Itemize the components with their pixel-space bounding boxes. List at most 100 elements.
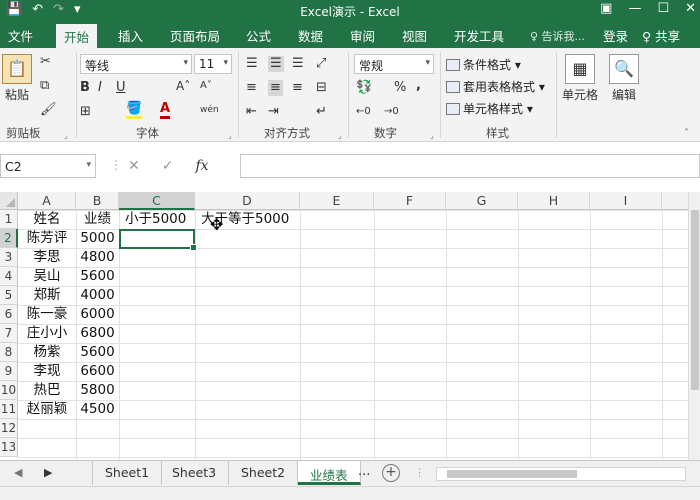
bold-button[interactable]: B bbox=[80, 80, 90, 96]
increase-decimal-icon[interactable]: ←0 bbox=[356, 104, 371, 120]
cell-b4[interactable]: 5600 bbox=[76, 267, 119, 286]
cell-b9[interactable]: 6600 bbox=[76, 362, 119, 381]
tab-data[interactable]: 数据 bbox=[298, 26, 323, 45]
cell-a2[interactable]: 陈芳评 bbox=[18, 229, 76, 248]
share-button[interactable]: ♀ 共享 bbox=[642, 26, 680, 45]
more-sheets-button[interactable]: ... bbox=[358, 464, 370, 479]
insert-function-icon[interactable]: fx bbox=[195, 158, 208, 174]
align-middle-icon[interactable]: ☰ bbox=[268, 56, 284, 72]
row-header-3[interactable]: 3 bbox=[0, 248, 18, 267]
cell-a4[interactable]: 吴山 bbox=[18, 267, 76, 286]
format-as-table-button[interactable]: 套用表格格式 ▾ bbox=[446, 78, 545, 95]
merge-center-icon[interactable]: ⊟ bbox=[316, 80, 327, 96]
cell-a5[interactable]: 郑斯 bbox=[18, 286, 76, 305]
font-launcher-icon[interactable]: ⌟ bbox=[228, 128, 232, 144]
column-header-i[interactable]: I bbox=[590, 192, 662, 210]
decrease-indent-icon[interactable]: ⇤ bbox=[246, 104, 257, 120]
clipboard-launcher-icon[interactable]: ⌟ bbox=[64, 128, 68, 144]
shrink-font-button[interactable]: A˅ bbox=[200, 78, 212, 94]
row-header-5[interactable]: 5 bbox=[0, 286, 18, 305]
login-link[interactable]: 登录 bbox=[603, 26, 628, 45]
column-header-c[interactable]: C bbox=[119, 192, 195, 210]
cell-b3[interactable]: 4800 bbox=[76, 248, 119, 267]
select-all-button[interactable] bbox=[0, 192, 18, 210]
tab-view[interactable]: 视图 bbox=[402, 26, 427, 45]
cells-button[interactable]: ▦ 单元格 bbox=[560, 54, 600, 103]
tab-review[interactable]: 审阅 bbox=[350, 26, 375, 45]
column-header-a[interactable]: A bbox=[18, 192, 76, 210]
increase-indent-icon[interactable]: ⇥ bbox=[268, 104, 279, 120]
tab-home[interactable]: 开始 bbox=[56, 24, 98, 48]
paste-button[interactable]: 📋 粘贴 bbox=[2, 54, 32, 103]
cancel-icon[interactable]: ✕ bbox=[128, 158, 140, 174]
prev-sheet-icon[interactable]: ◀ bbox=[14, 466, 22, 479]
align-left-icon[interactable]: ≡ bbox=[246, 80, 257, 96]
row-header-2[interactable]: 2 bbox=[0, 229, 18, 248]
tab-developer[interactable]: 开发工具 bbox=[454, 26, 504, 45]
font-size-select[interactable]: 11 ▾ bbox=[194, 54, 232, 74]
row-header-11[interactable]: 11 bbox=[0, 400, 18, 419]
column-header-h[interactable]: H bbox=[518, 192, 590, 210]
name-box[interactable]: C2 ▾ bbox=[0, 154, 96, 178]
align-center-icon[interactable]: ≡ bbox=[268, 80, 283, 96]
row-header-8[interactable]: 8 bbox=[0, 343, 18, 362]
cell-a1[interactable]: 姓名 bbox=[18, 210, 76, 229]
row-header-6[interactable]: 6 bbox=[0, 305, 18, 324]
currency-icon[interactable]: 💱 bbox=[356, 80, 372, 96]
column-header-f[interactable]: F bbox=[374, 192, 446, 210]
collapse-ribbon-icon[interactable]: ˄ bbox=[684, 126, 689, 142]
cell-a11[interactable]: 赵丽颖 bbox=[18, 400, 76, 419]
format-painter-icon[interactable]: 🖌 bbox=[40, 102, 57, 118]
decrease-decimal-icon[interactable]: →0 bbox=[384, 104, 399, 120]
cell-a8[interactable]: 杨紫 bbox=[18, 343, 76, 362]
copy-icon[interactable]: ⧉ bbox=[40, 78, 49, 94]
vertical-scroll-thumb[interactable] bbox=[691, 210, 699, 390]
tab-insert[interactable]: 插入 bbox=[118, 26, 143, 45]
wrap-text-icon[interactable]: ↵ bbox=[316, 104, 327, 120]
column-header-e[interactable]: E bbox=[300, 192, 374, 210]
cell-b6[interactable]: 6000 bbox=[76, 305, 119, 324]
horizontal-scrollbar[interactable] bbox=[436, 467, 686, 481]
grow-font-button[interactable]: A˄ bbox=[176, 78, 190, 94]
fill-color-icon[interactable]: 🪣 bbox=[126, 102, 143, 119]
number-format-select[interactable]: 常规 ▾ bbox=[354, 54, 434, 74]
sheet-tab-sheet2[interactable]: Sheet2 bbox=[229, 461, 299, 485]
italic-button[interactable]: I bbox=[98, 80, 102, 96]
comma-button[interactable]: , bbox=[416, 78, 421, 94]
conditional-formatting-button[interactable]: 条件格式 ▾ bbox=[446, 56, 521, 73]
enter-icon[interactable]: ✓ bbox=[162, 158, 174, 174]
cell-b11[interactable]: 4500 bbox=[76, 400, 119, 419]
cell-b8[interactable]: 5600 bbox=[76, 343, 119, 362]
percent-button[interactable]: % bbox=[394, 80, 406, 96]
column-header-g[interactable]: G bbox=[446, 192, 518, 210]
maximize-icon[interactable]: ☐ bbox=[657, 1, 669, 16]
close-icon[interactable]: ✕ bbox=[685, 1, 696, 16]
row-header-9[interactable]: 9 bbox=[0, 362, 18, 381]
number-launcher-icon[interactable]: ⌟ bbox=[430, 128, 434, 144]
underline-button[interactable]: U bbox=[116, 80, 126, 96]
row-header-7[interactable]: 7 bbox=[0, 324, 18, 343]
row-header-12[interactable]: 12 bbox=[0, 419, 18, 438]
cell-b1[interactable]: 业绩 bbox=[76, 210, 119, 229]
cell-a3[interactable]: 李思 bbox=[18, 248, 76, 267]
sheet-tab-sheet1[interactable]: Sheet1 bbox=[92, 461, 163, 485]
row-header-4[interactable]: 4 bbox=[0, 267, 18, 286]
row-header-13[interactable]: 13 bbox=[0, 438, 18, 457]
tell-me-search[interactable]: ♀ 告诉我... bbox=[530, 28, 585, 44]
align-top-icon[interactable]: ☰ bbox=[246, 56, 258, 72]
cell-styles-button[interactable]: 单元格样式 ▾ bbox=[446, 100, 533, 117]
cell-b7[interactable]: 6800 bbox=[76, 324, 119, 343]
border-icon[interactable]: ⊞ bbox=[80, 104, 91, 120]
next-sheet-icon[interactable]: ▶ bbox=[44, 466, 52, 479]
editing-button[interactable]: 🔍 编辑 bbox=[606, 54, 642, 103]
cell-c1[interactable]: 小于5000 bbox=[125, 210, 186, 229]
sheet-tab-sheet3[interactable]: Sheet3 bbox=[160, 461, 230, 485]
column-header-d[interactable]: D bbox=[195, 192, 300, 210]
orientation-icon[interactable]: ⤢ bbox=[316, 56, 326, 72]
add-sheet-button[interactable]: + bbox=[382, 464, 400, 482]
cell-b5[interactable]: 4000 bbox=[76, 286, 119, 305]
column-header-b[interactable]: B bbox=[76, 192, 119, 210]
horizontal-scroll-thumb[interactable] bbox=[447, 470, 577, 478]
cell-a10[interactable]: 热巴 bbox=[18, 381, 76, 400]
cut-icon[interactable]: ✂ bbox=[40, 54, 51, 70]
